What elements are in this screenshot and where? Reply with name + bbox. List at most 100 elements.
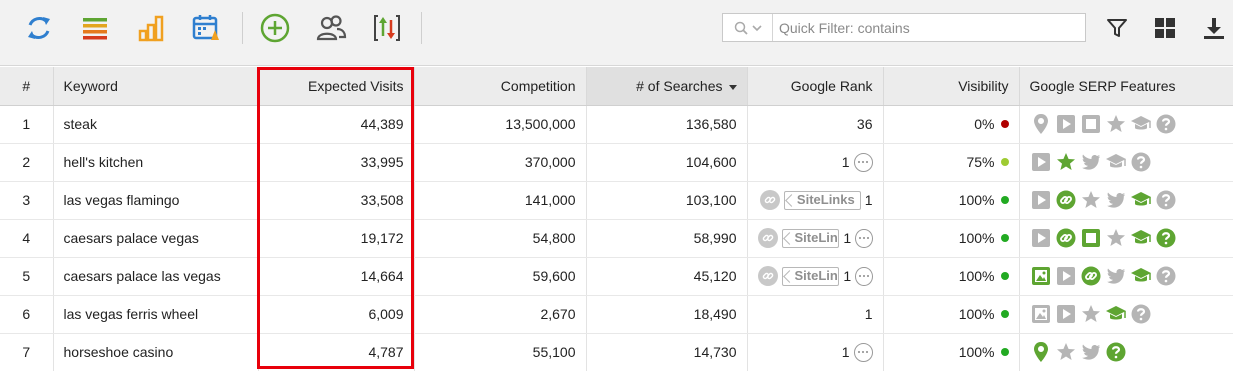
video-icon: [1030, 151, 1052, 173]
expected-visits-cell: 19,172: [258, 219, 415, 258]
table-row[interactable]: 6 las vegas ferris wheel 6,009 2,670 18,…: [0, 295, 1233, 334]
graduation-cap-icon: [1130, 265, 1152, 287]
filter-icon[interactable]: [1100, 11, 1134, 45]
sitelinks-badge: SiteLin: [781, 228, 840, 248]
row-number: 4: [0, 219, 54, 258]
quick-filter-input[interactable]: [773, 14, 1085, 41]
expected-visits-cell: 14,664: [258, 257, 415, 296]
link-icon: [1055, 189, 1077, 211]
quick-filter: [722, 13, 1086, 42]
google-rank-cell: SiteLin 1: [747, 257, 884, 296]
question-icon: [1155, 227, 1177, 249]
competition-cell: 13,500,000: [414, 105, 587, 144]
image-box-icon: [1080, 227, 1102, 249]
column-header-competition[interactable]: Competition: [414, 67, 587, 106]
google-rank-value: 1: [864, 306, 873, 322]
google-rank-cell: SiteLinks 1: [747, 181, 884, 220]
competition-cell: 370,000: [414, 143, 587, 182]
add-circle-icon[interactable]: [258, 11, 292, 45]
google-rank-cell: 1: [747, 295, 884, 334]
twitter-icon: [1080, 341, 1102, 363]
users-icon[interactable]: [314, 11, 348, 45]
column-header-keyword[interactable]: Keyword: [53, 67, 259, 106]
column-header-google-rank[interactable]: Google Rank: [747, 67, 884, 106]
keyword-cell: horseshoe casino: [53, 333, 259, 371]
competition-cell: 141,000: [414, 181, 587, 220]
more-options-icon[interactable]: [855, 266, 873, 286]
list-icon[interactable]: [78, 11, 112, 45]
searches-cell: 103,100: [586, 181, 748, 220]
question-icon: [1155, 189, 1177, 211]
google-rank-value: 1: [841, 154, 850, 170]
row-number: 2: [0, 143, 54, 182]
visibility-value: 100%: [958, 230, 995, 246]
calendar-alert-icon[interactable]: [190, 11, 224, 45]
google-rank-value: 1: [843, 268, 852, 284]
visibility-status-dot: [1000, 272, 1009, 280]
visibility-value: 100%: [958, 268, 995, 284]
serp-features-cell: [1019, 219, 1233, 258]
question-icon: [1130, 303, 1152, 325]
keyword-cell: steak: [53, 105, 259, 144]
star-icon: [1105, 113, 1127, 135]
visibility-status-dot: [1000, 234, 1009, 242]
searches-cell: 14,730: [586, 333, 748, 371]
visibility-cell: 100%: [883, 219, 1020, 258]
more-options-icon[interactable]: [853, 152, 873, 172]
table-row[interactable]: 3 las vegas flamingo 33,508 141,000 103,…: [0, 181, 1233, 220]
twitter-icon: [1105, 265, 1127, 287]
refresh-icon[interactable]: [22, 11, 56, 45]
column-header-num[interactable]: #: [0, 67, 54, 106]
more-options-icon[interactable]: [855, 228, 873, 248]
star-icon: [1055, 341, 1077, 363]
column-header-visibility[interactable]: Visibility: [883, 67, 1020, 106]
keyword-cell: las vegas flamingo: [53, 181, 259, 220]
competition-cell: 55,100: [414, 333, 587, 371]
visibility-cell: 100%: [883, 181, 1020, 220]
link-icon: [757, 228, 778, 248]
star-icon: [1080, 303, 1102, 325]
serp-features-cell: [1019, 143, 1233, 182]
star-icon: [1055, 151, 1077, 173]
visibility-status-dot: [1000, 158, 1009, 166]
searches-cell: 136,580: [586, 105, 748, 144]
row-number: 6: [0, 295, 54, 334]
visibility-value: 100%: [958, 306, 995, 322]
question-icon: [1155, 113, 1177, 135]
column-header-searches[interactable]: # of Searches: [586, 67, 748, 106]
more-options-icon[interactable]: [853, 342, 873, 362]
visibility-cell: 100%: [883, 257, 1020, 296]
sitelinks-badge: SiteLinks: [783, 190, 861, 210]
row-number: 1: [0, 105, 54, 144]
grid-view-icon[interactable]: [1148, 11, 1182, 45]
row-number: 5: [0, 257, 54, 296]
expected-visits-cell: 33,995: [258, 143, 415, 182]
searches-cell: 58,990: [586, 219, 748, 258]
visibility-cell: 75%: [883, 143, 1020, 182]
star-icon: [1105, 227, 1127, 249]
question-icon: [1105, 341, 1127, 363]
table-row[interactable]: 7 horseshoe casino 4,787 55,100 14,730 1…: [0, 333, 1233, 371]
bar-chart-icon[interactable]: [134, 11, 168, 45]
column-header-expected-visits[interactable]: Expected Visits: [258, 67, 415, 106]
serp-features-cell: [1019, 257, 1233, 296]
download-icon[interactable]: [1197, 11, 1231, 45]
column-header-serp-features[interactable]: Google SERP Features: [1019, 67, 1233, 106]
serp-features-cell: [1019, 105, 1233, 144]
visibility-value: 0%: [974, 116, 995, 132]
table-row[interactable]: 5 caesars palace las vegas 14,664 59,600…: [0, 257, 1233, 296]
sort-updown-icon[interactable]: [370, 11, 404, 45]
filter-mode-dropdown[interactable]: [723, 14, 773, 41]
visibility-cell: 0%: [883, 105, 1020, 144]
video-icon: [1030, 227, 1052, 249]
expected-visits-cell: 6,009: [258, 295, 415, 334]
keywords-table: # Keyword Expected Visits Competition # …: [0, 67, 1233, 371]
serp-features-cell: [1019, 333, 1233, 371]
table-row[interactable]: 4 caesars palace vegas 19,172 54,800 58,…: [0, 219, 1233, 258]
table-row[interactable]: 2 hell's kitchen 33,995 370,000 104,600 …: [0, 143, 1233, 182]
google-rank-cell: 1: [747, 143, 884, 182]
keyword-cell: las vegas ferris wheel: [53, 295, 259, 334]
table-row[interactable]: 1 steak 44,389 13,500,000 136,580 36 0%: [0, 105, 1233, 144]
visibility-status-dot: [1000, 310, 1009, 318]
visibility-status-dot: [1000, 120, 1009, 128]
